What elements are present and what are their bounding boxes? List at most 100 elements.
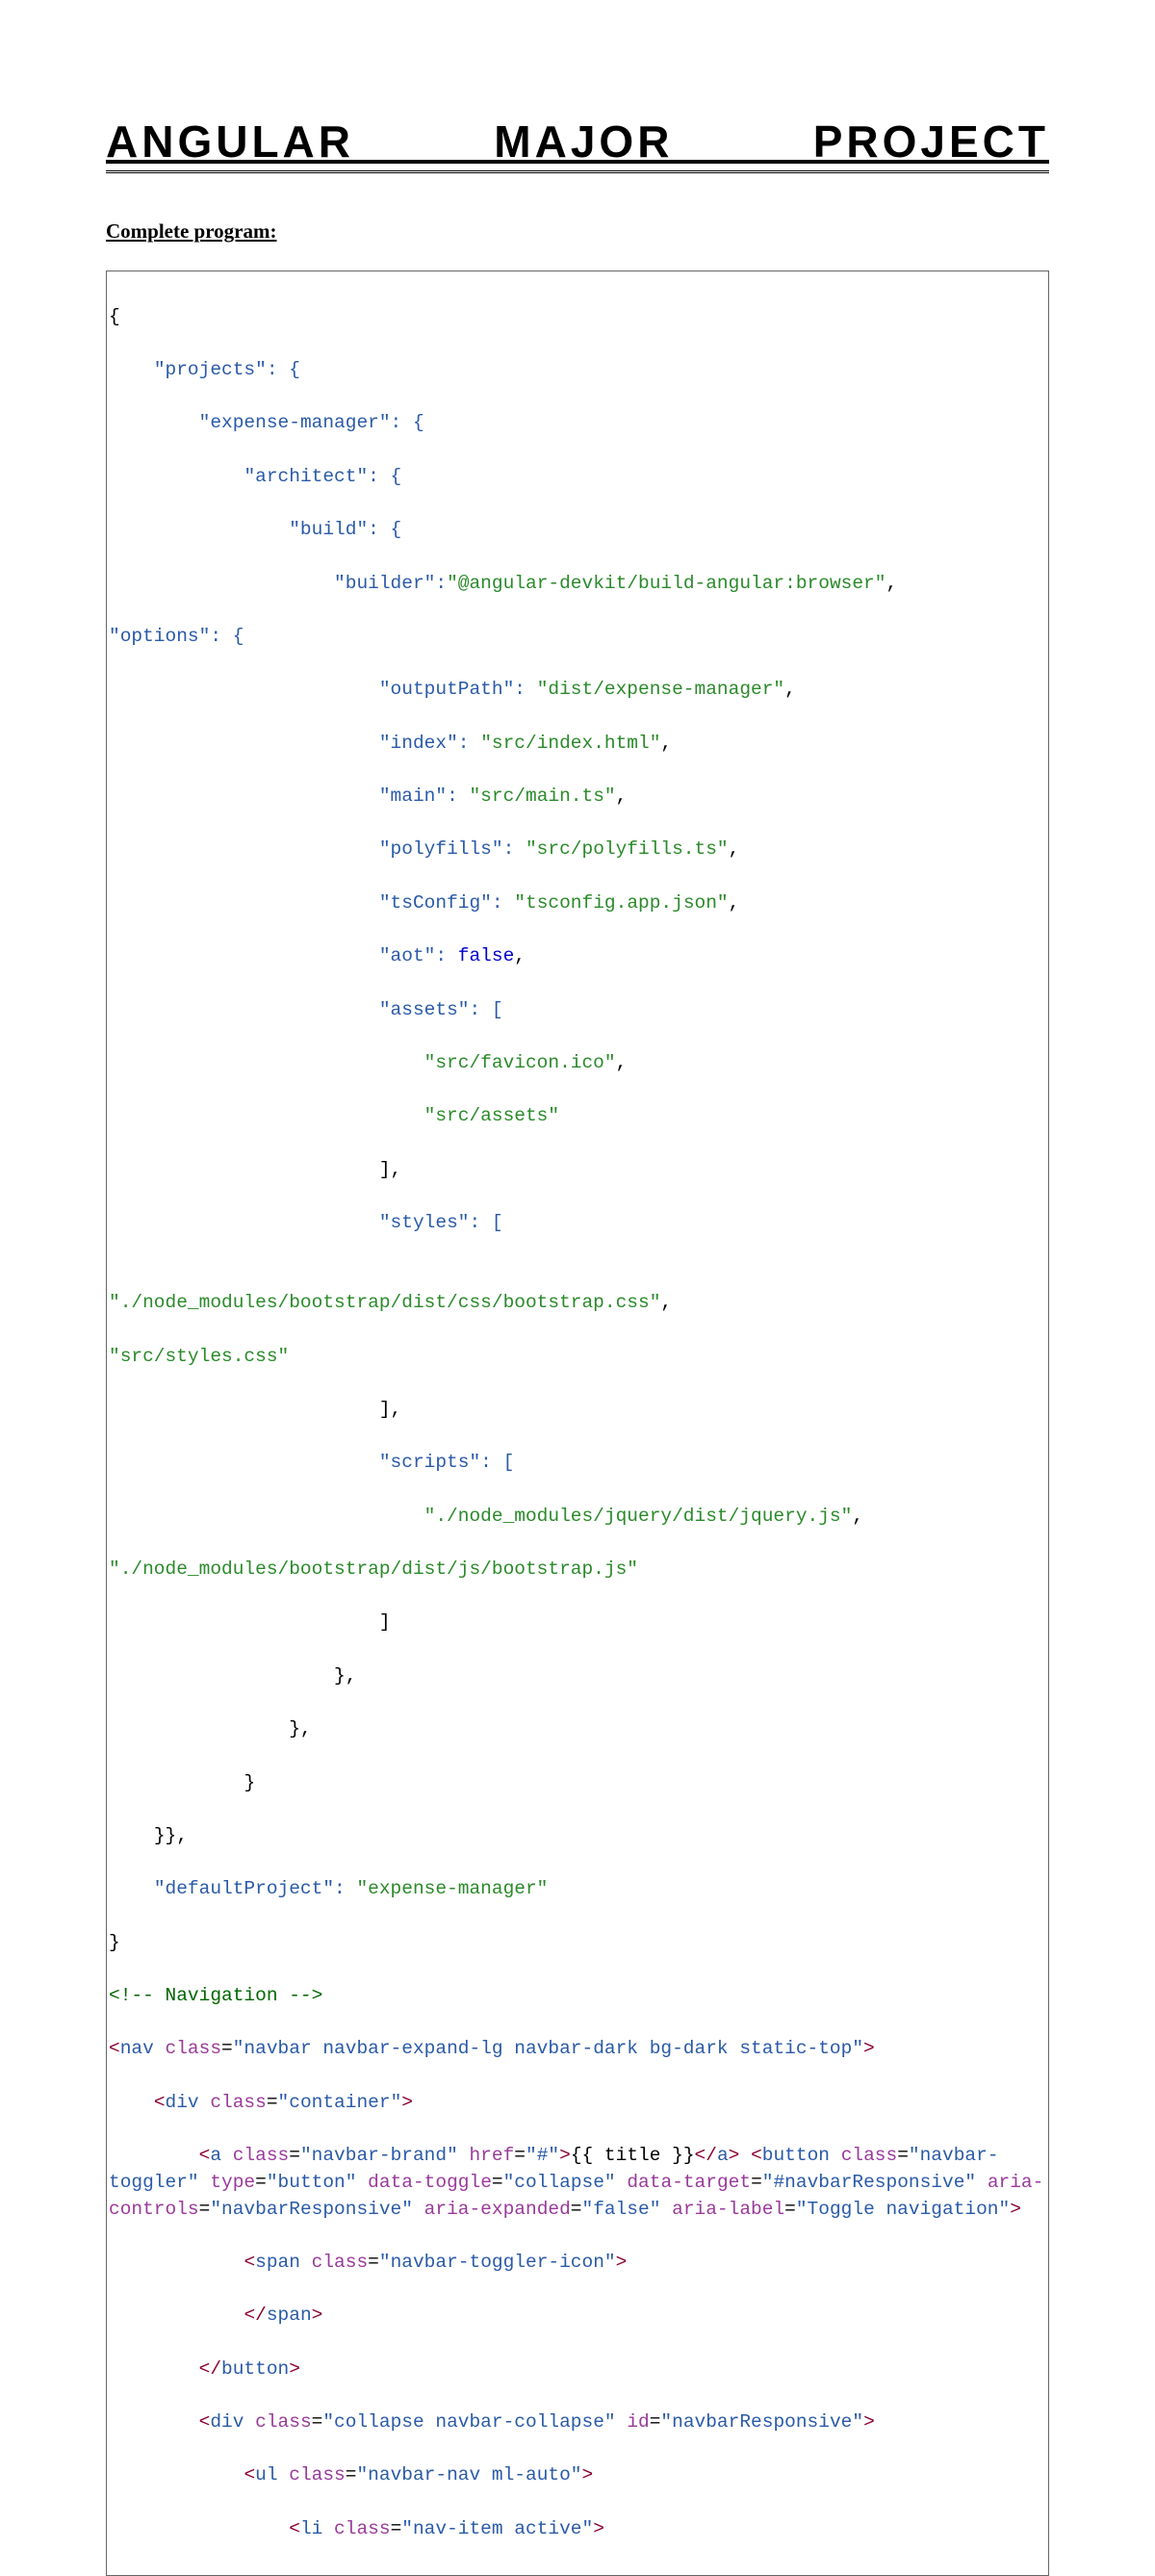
code-tag: a (210, 2145, 221, 2166)
code-bracket: < (109, 2464, 255, 2486)
code-key: "tsConfig": (109, 892, 514, 914)
code-attr-value: "navbar navbar-expand-lg navbar-dark bg-… (233, 2038, 863, 2059)
code-text: , (616, 786, 628, 807)
code-value: "@angular-devkit/build-angular:browser" (447, 573, 886, 594)
code-text: = (368, 2252, 379, 2273)
code-value: "tsconfig.app.json" (514, 892, 728, 914)
code-text (660, 2199, 672, 2220)
code-text: = (267, 2092, 278, 2113)
code-key: "styles": [ (109, 1212, 503, 1233)
code-bracket: </ (109, 2358, 221, 2380)
code-bracket: > (401, 2092, 413, 2113)
code-text: = (255, 2172, 267, 2193)
code-text (154, 2038, 166, 2059)
code-tag: button (221, 2358, 289, 2380)
code-value: "src/favicon.ico" (109, 1052, 616, 1073)
code-tag: a (717, 2145, 729, 2166)
code-bracket: < (109, 2092, 166, 2113)
code-tag: span (255, 2252, 300, 2273)
code-text: }, (109, 1665, 356, 1687)
code-text (413, 2199, 424, 2220)
code-text: = (346, 2464, 357, 2486)
code-value: "expense-manager" (356, 1878, 548, 1899)
code-bracket: > (559, 2145, 571, 2166)
code-bracket: > (289, 2358, 300, 2380)
code-attr-value: "false" (582, 2199, 661, 2220)
code-key: "outputPath": (109, 679, 537, 700)
code-key: "builder": (109, 573, 447, 594)
code-text: = (751, 2172, 762, 2193)
code-bracket: > (863, 2038, 875, 2059)
code-text: , (886, 573, 897, 594)
code-attr: data-target (627, 2172, 751, 2193)
code-text: , (852, 1506, 863, 1527)
subheading: Complete program: (106, 219, 1049, 244)
code-text (322, 2518, 334, 2539)
code-text: { (109, 306, 120, 327)
code-text: = (221, 2038, 233, 2059)
code-attr: href (469, 2145, 514, 2166)
code-attr-value: "#" (526, 2145, 559, 2166)
code-text (458, 2145, 470, 2166)
code-bracket: < (109, 2518, 300, 2539)
code-key: "main": (109, 786, 469, 807)
code-key: "polyfills": (109, 838, 526, 860)
code-text: }, (109, 1718, 312, 1739)
code-text: , (514, 945, 526, 966)
code-bracket: > (582, 2464, 594, 2486)
code-value: "src/assets" (109, 1105, 559, 1126)
code-value: "dist/expense-manager" (537, 679, 784, 700)
code-text (830, 2145, 841, 2166)
code-attr-value: "#navbarResponsive" (762, 2172, 976, 2193)
code-value: "src/main.ts" (469, 786, 615, 807)
code-text (356, 2172, 368, 2193)
code-text: = (312, 2411, 323, 2433)
code-attr-value: "Toggle navigation" (796, 2199, 1010, 2220)
code-text: = (514, 2145, 526, 2166)
code-text (199, 2092, 211, 2113)
code-bracket: > (593, 2518, 604, 2539)
code-text: = (391, 2518, 402, 2539)
code-tag: nav (120, 2038, 154, 2059)
code-text: } (109, 1772, 255, 1793)
code-bracket: < (109, 2411, 210, 2433)
code-comment: <!-- Navigation --> (109, 1985, 322, 2006)
code-text (616, 2172, 628, 2193)
document-page: ANGULAR MAJOR PROJECT Complete program: … (0, 0, 1155, 1635)
code-text: = (650, 2411, 661, 2433)
code-text: , (660, 1292, 672, 1313)
code-text: , (660, 733, 672, 754)
code-text: ] (109, 1611, 391, 1633)
code-text (244, 2411, 255, 2433)
code-value: "src/polyfills.ts" (526, 838, 729, 860)
code-attr: class (255, 2411, 312, 2433)
code-tag: span (267, 2305, 312, 2326)
code-attr: class (166, 2038, 222, 2059)
code-attr: aria-expanded (424, 2199, 571, 2220)
code-tag: button (762, 2145, 830, 2166)
code-bracket: < (109, 2252, 255, 2273)
code-text (221, 2145, 233, 2166)
code-text: {{ title }} (571, 2145, 695, 2166)
code-tag: li (300, 2518, 322, 2539)
code-text (616, 2411, 628, 2433)
code-text: ], (109, 1159, 401, 1180)
code-attr-value: "button" (267, 2172, 357, 2193)
code-bracket: > (616, 2252, 628, 2273)
code-key: "projects": { (109, 359, 300, 380)
code-attr: class (334, 2518, 391, 2539)
code-attr-value: "navbarResponsive" (660, 2411, 863, 2433)
code-value: "src/index.html" (480, 733, 660, 754)
code-text (278, 2464, 290, 2486)
code-attr-value: "navbarResponsive" (210, 2199, 413, 2220)
page-title: ANGULAR MAJOR PROJECT (106, 116, 1049, 173)
code-key: "index": (109, 733, 480, 754)
code-keyword: false (458, 945, 515, 966)
code-bracket: < (751, 2145, 762, 2166)
code-text (976, 2172, 988, 2193)
code-attr: aria-label (672, 2199, 784, 2220)
code-block: { "projects": { "expense-manager": { "ar… (106, 270, 1049, 2576)
code-attr: class (841, 2145, 898, 2166)
code-text: = (571, 2199, 582, 2220)
code-text: = (289, 2145, 300, 2166)
